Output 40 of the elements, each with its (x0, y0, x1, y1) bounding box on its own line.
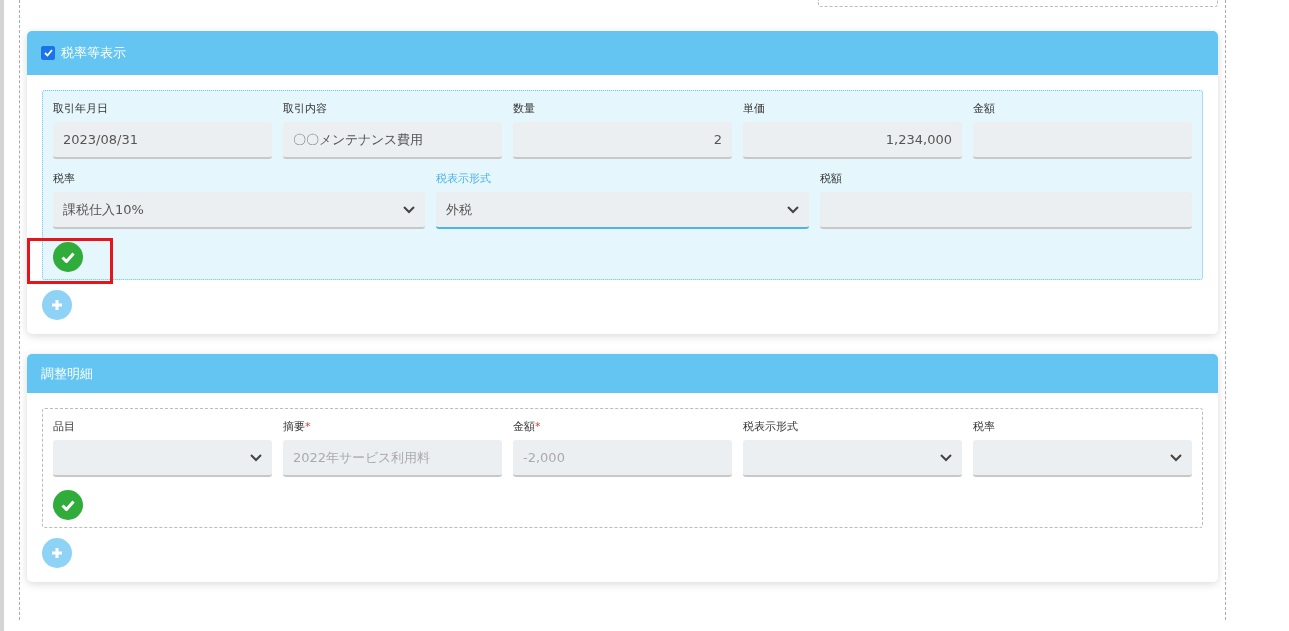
field-label: 単価 (743, 102, 766, 116)
input-field[interactable] (819, 192, 1192, 229)
chevron-down-icon (1170, 453, 1182, 462)
input-field[interactable]: 〇〇メンテナンス費用 (283, 122, 502, 159)
plus-icon (51, 547, 63, 559)
field-label: 金額 (973, 102, 996, 116)
field-label: 税表示形式 (436, 172, 493, 186)
select-field[interactable] (53, 440, 272, 477)
field-label: 取引内容 (283, 102, 328, 116)
input-field[interactable] (973, 122, 1192, 159)
chevron-down-icon (940, 453, 952, 462)
chevron-down-icon (786, 205, 799, 214)
confirm-button[interactable] (53, 490, 83, 520)
section-title: 調整明細 (41, 364, 93, 383)
field-label: 税率 (973, 420, 996, 434)
select-field[interactable] (743, 440, 962, 477)
field-label: 税表示形式 (743, 420, 799, 434)
section-title: 税率等表示 (61, 44, 126, 62)
add-button[interactable] (42, 538, 72, 568)
add-button[interactable] (42, 290, 72, 320)
select-field[interactable] (973, 440, 1192, 477)
confirm-button[interactable] (53, 242, 83, 272)
field-label: 税率 (53, 172, 76, 186)
field-label: 摘要* (283, 420, 312, 434)
check-icon (61, 251, 75, 263)
select-field[interactable]: 課税仕入10% (53, 192, 426, 229)
input-field[interactable]: 2 (513, 122, 732, 159)
field-label: 金額* (513, 420, 542, 434)
input-field[interactable]: 1,234,000 (743, 122, 962, 159)
field-label: 税額 (819, 172, 843, 186)
field-label: 取引年月日 (53, 102, 109, 116)
check-icon (61, 499, 75, 511)
chevron-down-icon (250, 453, 262, 462)
input-field[interactable]: 2023/08/31 (53, 122, 272, 159)
field-label: 品目 (53, 420, 76, 434)
field-label: 数量 (513, 102, 536, 116)
checkbox[interactable] (41, 46, 55, 60)
plus-icon (51, 299, 63, 311)
chevron-down-icon (403, 205, 416, 214)
select-field[interactable]: 外税 (436, 192, 809, 229)
